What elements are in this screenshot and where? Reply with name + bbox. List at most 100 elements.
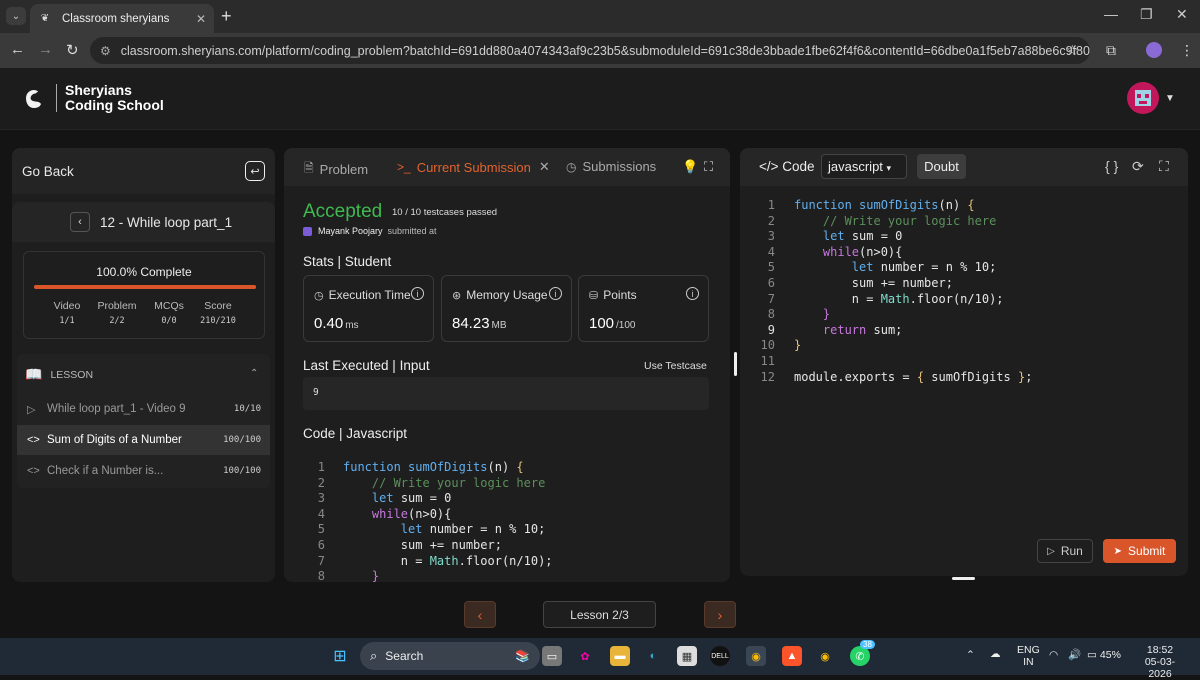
address-bar[interactable]: ⚙ classroom.sheryians.com/platform/codin…	[90, 37, 1090, 64]
code-editor[interactable]: 1 function sumOfDigits (n) { 2 // Write yo…	[740, 198, 1188, 385]
tab-title: Classroom sheryians	[62, 12, 170, 25]
extensions-icon[interactable]: ⧉	[1106, 42, 1116, 59]
progress-bar-fill	[34, 285, 256, 289]
chevron-left-icon[interactable]: ‹	[70, 212, 90, 232]
url-text: classroom.sheryians.com/platform/coding_…	[120, 43, 1090, 58]
site-info-icon[interactable]: ⚙	[100, 44, 111, 58]
submission-panel: 🗎 Problem >_ Current Submission ✕ ◷ Submiss…	[284, 148, 730, 582]
tab-search-icon[interactable]: ⌄	[6, 7, 26, 25]
document-icon: 🗎	[304, 161, 314, 175]
sheryians-favicon-icon: ❦	[40, 13, 50, 24]
info-icon[interactable]: i	[549, 287, 562, 300]
tab-problem[interactable]: 🗎 Problem	[304, 159, 368, 180]
weather-cloud-icon[interactable]: ☁	[990, 648, 1001, 660]
use-testcase-link[interactable]: Use Testcase	[644, 360, 707, 372]
site-header: Sheryians Coding School ▼	[0, 68, 1200, 130]
language-indicator[interactable]: ENG IN	[1017, 644, 1040, 668]
store-icon[interactable]: ▦	[677, 646, 697, 666]
brand-logo[interactable]: Sheryians Coding School	[22, 83, 164, 113]
tab-current-submission[interactable]: >_ Current Submission ✕	[397, 159, 550, 175]
logo-divider	[56, 84, 57, 112]
search-icon: ⌕	[370, 648, 378, 663]
stat-score: Score 210/210	[200, 300, 236, 326]
lesson-section-header[interactable]: 📖 LESSON	[25, 366, 93, 383]
submitter-name: Mayank Poojary	[318, 226, 383, 236]
fullscreen-icon[interactable]: ⛶	[704, 159, 713, 175]
chevron-up-icon[interactable]: ⌃	[250, 368, 258, 379]
volume-icon[interactable]: 🔊	[1068, 649, 1081, 661]
chevron-up-icon[interactable]: ⌃	[966, 649, 975, 661]
reset-code-icon[interactable]: ⟳	[1132, 158, 1144, 175]
info-icon[interactable]: i	[411, 287, 424, 300]
file-explorer-icon[interactable]: ▬	[610, 646, 630, 666]
memory-usage-card: ⊛ Memory Usage i 84.23 MB	[441, 275, 572, 342]
chip-icon: ⊛	[452, 289, 462, 302]
browser-tab[interactable]: ❦ Classroom sheryians ✕	[30, 4, 214, 33]
browser-menu-icon[interactable]: ⋮	[1180, 42, 1194, 59]
go-back-button[interactable]: Go Back ↩	[12, 148, 275, 194]
fullscreen-icon[interactable]: ⛶	[1159, 158, 1169, 175]
task-view-icon[interactable]: ▭	[542, 646, 562, 666]
chrome-icon[interactable]: ◉	[746, 646, 766, 666]
account-dropdown-icon[interactable]: ▼	[1165, 93, 1175, 104]
profile-avatar[interactable]	[1146, 42, 1162, 58]
progress-text: 100.0% Complete	[96, 265, 192, 279]
panel-resize-handle[interactable]	[734, 352, 737, 376]
stat-mcqs: MCQs 0/0	[154, 300, 184, 326]
next-lesson-button[interactable]: ›	[704, 601, 736, 628]
go-back-label: Go Back	[22, 163, 74, 179]
forward-arrow-icon[interactable]: →	[38, 41, 53, 58]
close-tab-icon[interactable]: ✕	[539, 159, 550, 175]
doubt-button[interactable]: Doubt	[917, 154, 966, 179]
progress-bar	[34, 285, 256, 289]
user-avatar[interactable]	[1127, 82, 1159, 114]
hint-bulb-icon[interactable]: 💡	[682, 159, 698, 175]
list-item[interactable]: <> Check if a Number is... 100/100	[17, 456, 270, 486]
taskbar-search[interactable]: ⌕ Search 📚	[360, 642, 540, 670]
format-braces-icon[interactable]: { }	[1105, 158, 1118, 174]
wifi-icon[interactable]: ◠	[1049, 649, 1058, 661]
back-arrow-icon[interactable]: ←	[10, 41, 25, 58]
tab-submissions[interactable]: ◷ Submissions	[566, 159, 656, 174]
brand-line-2: Coding School	[65, 97, 164, 113]
lesson-list: 📖 LESSON ⌃ ▷ While loop part_1 - Video 9…	[17, 354, 270, 488]
brand-line-1: Sheryians	[65, 82, 132, 98]
code-icon: <>	[27, 434, 40, 446]
bookmark-star-icon[interactable]: ☆	[1066, 42, 1079, 59]
chrome-profile-icon[interactable]: ◉	[815, 646, 835, 666]
info-icon[interactable]: i	[686, 287, 699, 300]
clock-icon: ◷	[566, 159, 577, 174]
list-item-active[interactable]: <> Sum of Digits of a Number 100/100	[17, 425, 270, 455]
previous-lesson-button[interactable]: ‹	[464, 601, 496, 628]
close-tab-icon[interactable]: ✕	[196, 12, 206, 26]
new-tab-icon[interactable]: +	[221, 6, 232, 27]
close-window-icon[interactable]: ✕	[1176, 6, 1188, 23]
lesson-indicator: Lesson 2/3	[543, 601, 656, 628]
windows-start-icon[interactable]: ⊞	[330, 646, 350, 666]
run-button[interactable]: ▷ Run	[1037, 539, 1093, 563]
progress-card: 100.0% Complete Video 1/1 Problem 2/2 MCQs…	[23, 251, 265, 339]
battery-indicator[interactable]: ▭ 45%	[1087, 649, 1121, 661]
points-card: ⛁ Points i 100/100	[578, 275, 709, 342]
dell-icon[interactable]: DELL	[710, 646, 730, 666]
clock-icon: ◷	[314, 289, 324, 302]
minimize-icon[interactable]: —	[1104, 6, 1118, 22]
lesson-header: ‹ 12 - While loop part_1	[12, 202, 275, 242]
whatsapp-icon[interactable]: ✆	[850, 646, 870, 666]
execution-time-card: ◷ Execution Time i 0.40 ms	[303, 275, 434, 342]
submitted-code: 1 function sumOfDigits (n) { 2 // Write yo…	[317, 460, 553, 582]
restore-icon[interactable]: ❐	[1140, 6, 1153, 23]
reload-icon[interactable]: ↻	[66, 41, 79, 59]
whatsapp-badge: 38	[860, 640, 875, 649]
editor-resize-handle[interactable]	[952, 577, 975, 580]
code-heading: Code | Javascript	[303, 426, 408, 441]
code-brackets-icon: </>	[759, 159, 779, 174]
lesson-label: LESSON	[50, 368, 94, 381]
list-item[interactable]: ▷ While loop part_1 - Video 9 10/10	[17, 394, 270, 424]
brave-icon[interactable]: ▲	[782, 646, 802, 666]
submit-button[interactable]: ➤ Submit	[1103, 539, 1176, 563]
edge-icon[interactable]: ◐	[643, 646, 663, 666]
sheryians-logo-icon	[26, 90, 41, 108]
copilot-icon[interactable]: ✿	[575, 646, 595, 666]
language-select[interactable]: javascript ▾	[821, 154, 907, 179]
